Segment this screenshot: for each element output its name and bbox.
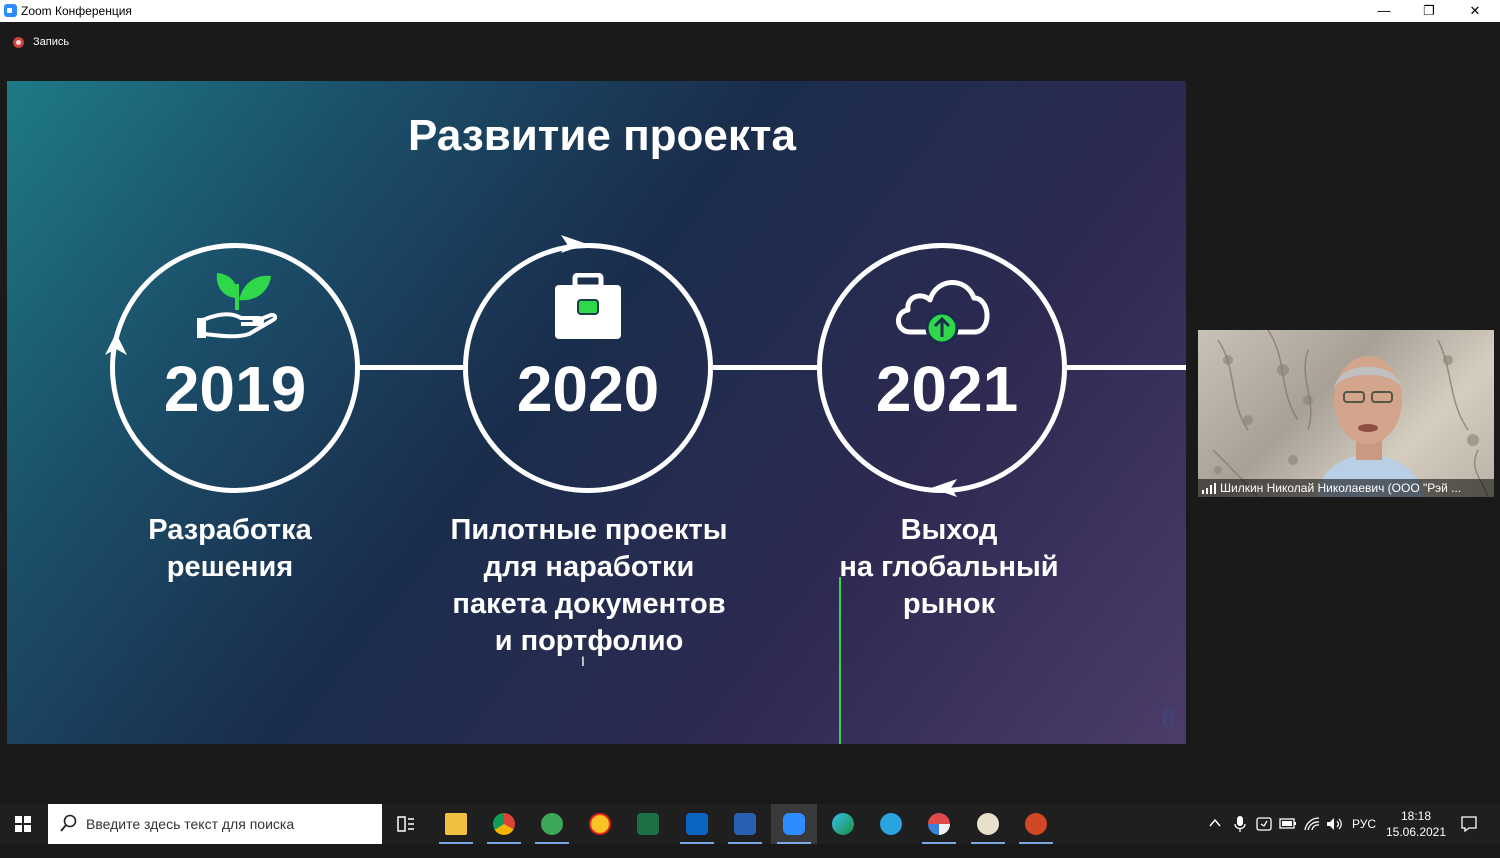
search-placeholder: Введите здесь текст для поиска <box>86 816 295 832</box>
caption-line: Разработка <box>148 514 312 546</box>
caption-line: Пилотные проекты <box>450 514 728 546</box>
taskbar-paint-3d[interactable] <box>916 804 962 844</box>
action-center-button[interactable] <box>1460 815 1478 855</box>
participant-video <box>1212 330 1489 497</box>
taskbar-outlook[interactable] <box>674 804 720 844</box>
battery-icon <box>1279 818 1296 829</box>
milestone-caption-2021: Выход на глобальный рынок <box>809 512 1089 623</box>
globe-icon <box>541 813 563 835</box>
shield-status-icon <box>1256 817 1272 831</box>
sprout-in-hand-icon <box>197 273 277 339</box>
participant-video-tile[interactable]: Шилкин Николай Николаевич (ООО "Рэй ... <box>1198 330 1494 497</box>
tray-status[interactable] <box>1256 816 1272 856</box>
taskbar-browser[interactable] <box>529 804 575 844</box>
zoom-app-icon <box>783 813 805 835</box>
milestone-circle-2021: 2021 <box>817 243 1067 493</box>
chevron-up-icon <box>1209 818 1221 827</box>
caption-line: и портфолио <box>494 625 684 657</box>
minimize-button[interactable]: — <box>1361 0 1407 22</box>
milestone-caption-2020: Пилотные проекты для наработки пакета до… <box>419 512 759 660</box>
caption-line: пакета документов <box>452 588 726 620</box>
milestone-year: 2020 <box>516 353 660 425</box>
tray-battery[interactable] <box>1279 818 1297 858</box>
restore-button[interactable]: ❐ <box>1406 0 1452 22</box>
milestone-year: 2019 <box>163 353 307 425</box>
tray-volume[interactable] <box>1325 816 1343 856</box>
caption-line: решения <box>166 551 294 583</box>
paint-3d-icon <box>928 813 950 835</box>
milestone-circle-2019: 2019 <box>110 243 360 493</box>
task-view-icon <box>397 816 414 832</box>
zoom-icon <box>4 4 17 17</box>
milestone-caption-2019: Разработка решения <box>105 512 355 586</box>
speaker-icon <box>1327 818 1342 830</box>
signal-strength-icon <box>1202 483 1216 494</box>
cycle-arrow-icon <box>561 235 587 253</box>
windows-logo-icon <box>15 816 31 832</box>
taskbar-zoom[interactable] <box>771 804 817 844</box>
show-hidden-icons-button[interactable] <box>1208 816 1222 856</box>
input-language[interactable]: РУС <box>1352 817 1376 857</box>
search-icon <box>60 814 77 832</box>
caption-line: рынок <box>902 588 996 620</box>
timeline-connector <box>1067 365 1186 370</box>
timeline-connector <box>360 365 464 370</box>
folder-icon <box>445 813 467 835</box>
word-icon <box>734 813 756 835</box>
tray-clock[interactable]: 18:18 15.06.2021 <box>1384 808 1448 840</box>
telegram-icon <box>880 813 902 835</box>
caption-line: на глобальный <box>839 551 1059 583</box>
outlook-icon <box>686 813 708 835</box>
caption-line: для наработки <box>483 551 695 583</box>
taskbar-chrome[interactable] <box>481 804 527 844</box>
timeline-connector <box>713 365 817 370</box>
excel-icon <box>637 813 659 835</box>
microphone-icon <box>1234 816 1246 832</box>
start-button[interactable] <box>0 804 46 844</box>
briefcase-icon <box>555 273 621 339</box>
taskbar-search-box[interactable]: Введите здесь текст для поиска <box>48 804 382 844</box>
taskbar-1c[interactable] <box>577 804 623 844</box>
cloud-upload-icon <box>896 280 990 345</box>
cycle-arrow-icon <box>105 333 127 355</box>
participant-name: Шилкин Николай Николаевич (ООО "Рэй ... <box>1220 481 1462 495</box>
wifi-icon <box>1304 817 1320 831</box>
slide-title: Развитие проекта <box>408 111 796 160</box>
edge-icon <box>832 813 854 835</box>
recording-label: Запись <box>33 36 70 48</box>
annotation-line <box>839 577 841 744</box>
taskbar-word[interactable] <box>722 804 768 844</box>
taskbar-telegram[interactable] <box>868 804 914 844</box>
taskbar-powerpoint[interactable] <box>1013 804 1059 844</box>
milestone-circle-2020: 2020 <box>463 243 713 493</box>
clock-date: 15.06.2021 <box>1385 825 1447 839</box>
chrome-icon <box>493 813 515 835</box>
text-cursor-icon: I <box>581 653 585 669</box>
taskbar-excel[interactable] <box>625 804 671 844</box>
taskbar-paint[interactable] <box>965 804 1011 844</box>
record-icon <box>13 37 24 48</box>
clock-time: 18:18 <box>1400 809 1432 823</box>
tray-microphone[interactable] <box>1233 815 1247 855</box>
taskbar-file-explorer[interactable] <box>433 804 479 844</box>
milestone-year: 2021 <box>875 353 1019 425</box>
task-view-button[interactable] <box>383 804 429 844</box>
paint-palette-icon <box>977 813 999 835</box>
shared-screen-slide[interactable]: Развитие проекта 2019 2020 2021 Разработ… <box>7 81 1186 744</box>
cycle-arrow-icon <box>931 479 957 497</box>
tray-wifi[interactable] <box>1303 816 1321 856</box>
slide-page-number: 8 <box>1162 705 1175 730</box>
taskbar-edge[interactable] <box>820 804 866 844</box>
1c-icon <box>589 813 611 835</box>
window-title: Zoom Конференция <box>21 4 132 18</box>
notification-icon <box>1461 816 1477 833</box>
participant-name-bar: Шилкин Николай Николаевич (ООО "Рэй ... <box>1198 479 1494 497</box>
powerpoint-icon <box>1025 813 1047 835</box>
windows-taskbar: Введите здесь текст для поиска РУС 18:18… <box>0 804 1500 844</box>
close-button[interactable]: ✕ <box>1452 0 1498 22</box>
window-titlebar: Zoom Конференция — ❐ ✕ <box>0 0 1500 22</box>
caption-line: Выход <box>900 514 998 546</box>
